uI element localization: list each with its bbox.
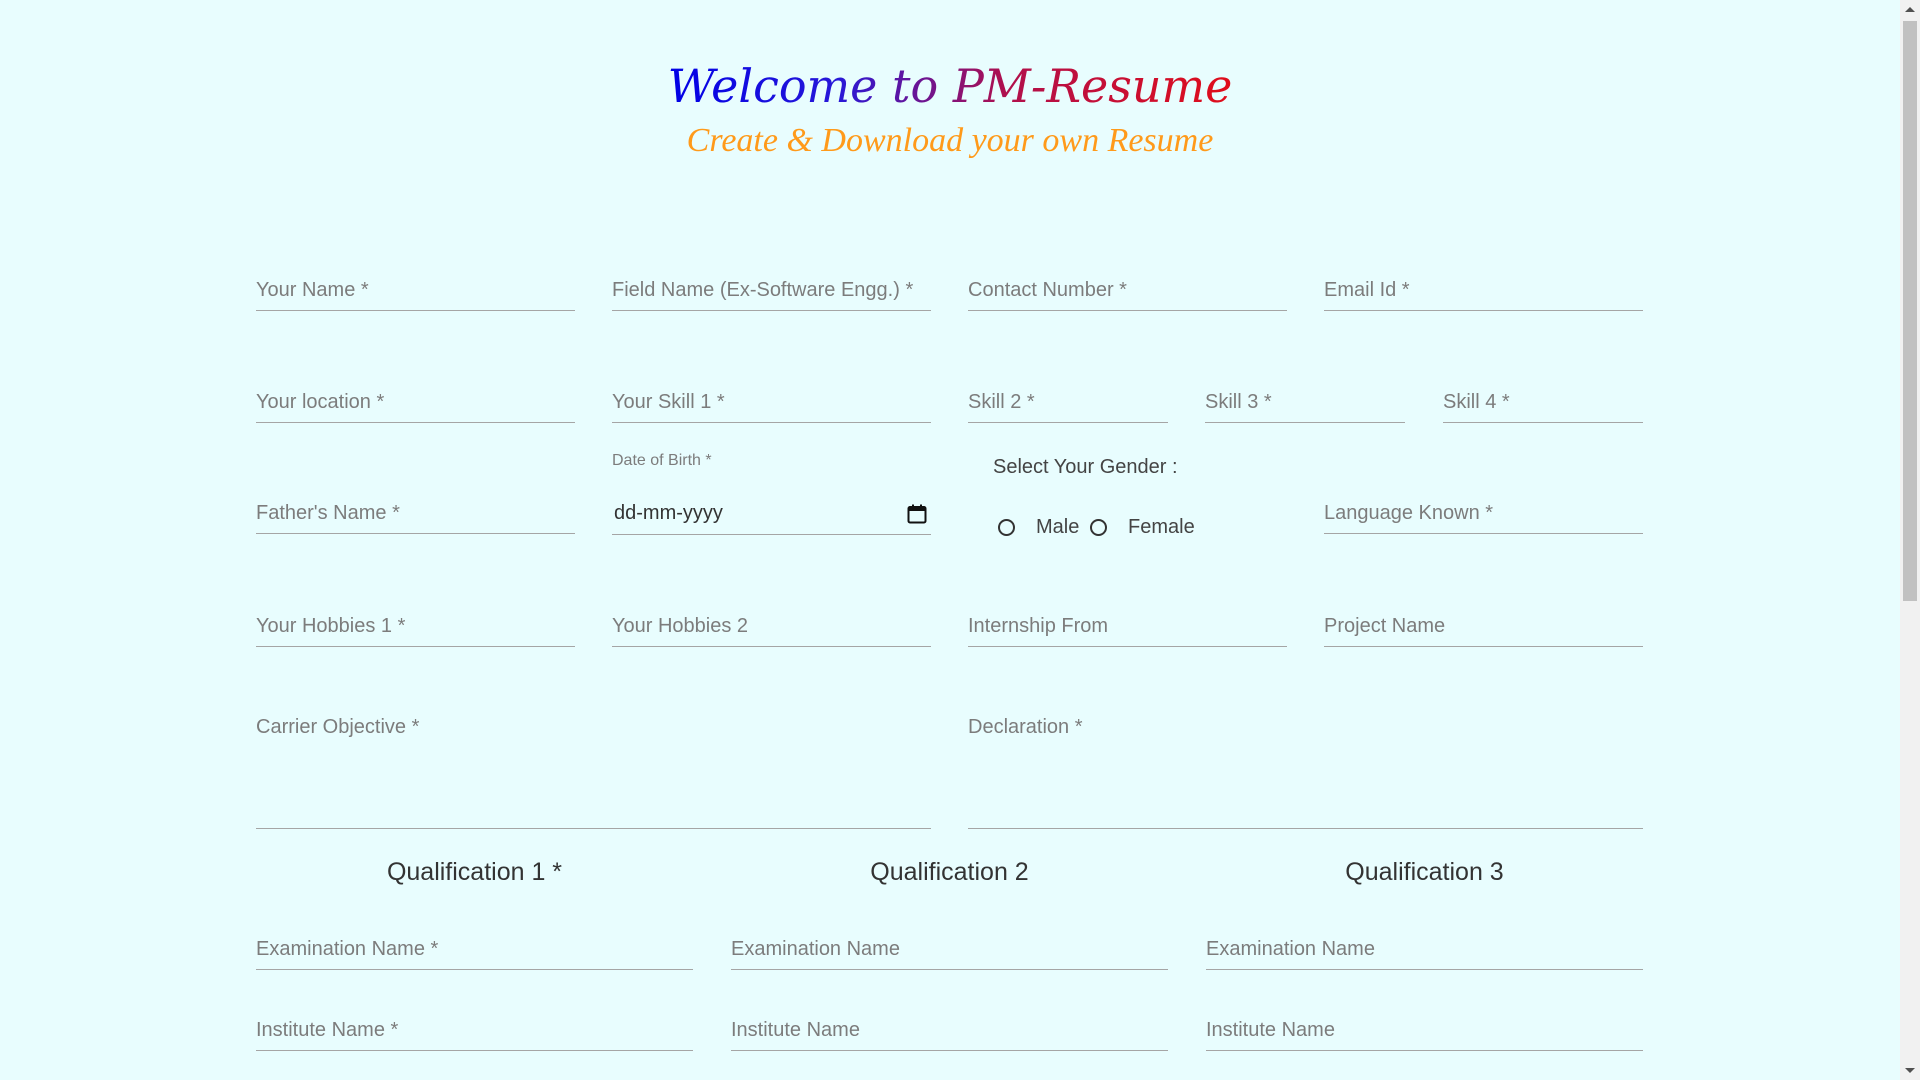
dob-input[interactable]: dd-mm-yyyy [612,494,931,535]
qual1-exam-placeholder: Examination Name * [256,938,439,960]
qual1-institute-input[interactable]: Institute Name * [256,1010,693,1051]
scrollbar-thumb[interactable] [1903,21,1917,601]
resume-page: Welcome to PM-Resume Create & Download y… [0,0,1920,1080]
dob-value: dd-mm-yyyy [614,502,723,524]
internship-placeholder: Internship From [968,615,1109,637]
email-input[interactable]: Email Id * [1324,270,1643,311]
skill4-input[interactable]: Skill 4 * [1443,382,1643,423]
hobbies2-input[interactable]: Your Hobbies 2 [612,606,931,647]
objective-textarea[interactable]: Carrier Objective * [256,716,931,829]
gender-female-radio[interactable] [1090,519,1107,536]
contact-number-input[interactable]: Contact Number * [968,270,1287,311]
vertical-scrollbar[interactable] [1900,0,1920,1080]
hobbies1-placeholder: Your Hobbies 1 * [256,615,406,637]
scroll-down-icon[interactable] [1905,1068,1915,1073]
gender-male-radio[interactable] [998,519,1015,536]
project-name-input[interactable]: Project Name [1324,606,1643,647]
name-input[interactable]: Your Name * [256,270,575,311]
father-name-input[interactable]: Father's Name * [256,493,575,534]
skill3-input[interactable]: Skill 3 * [1205,382,1405,423]
qual2-exam-input[interactable]: Examination Name [731,929,1168,970]
qual1-exam-input[interactable]: Examination Name * [256,929,693,970]
page-title: Welcome to PM-Resume [668,52,1233,120]
scroll-up-icon[interactable] [1905,7,1915,12]
qual3-institute-placeholder: Institute Name [1206,1019,1335,1041]
qual2-institute-input[interactable]: Institute Name [731,1010,1168,1051]
qual2-exam-placeholder: Examination Name [731,938,900,960]
internship-input[interactable]: Internship From [968,606,1287,647]
name-placeholder: Your Name * [256,279,369,301]
qual3-exam-placeholder: Examination Name [1206,938,1375,960]
qualification3-heading: Qualification 3 [1345,858,1504,886]
language-input[interactable]: Language Known * [1324,493,1643,534]
gender-male-label[interactable]: Male [1036,516,1079,539]
gender-label: Select Your Gender : [993,456,1178,478]
field-name-placeholder: Field Name (Ex-Software Engg.) * [612,279,914,301]
skill2-placeholder: Skill 2 * [968,391,1035,413]
father-name-placeholder: Father's Name * [256,502,400,524]
location-input[interactable]: Your location * [256,382,575,423]
email-placeholder: Email Id * [1324,279,1410,301]
qualification2-heading: Qualification 2 [870,858,1029,886]
skill2-input[interactable]: Skill 2 * [968,382,1168,423]
declaration-placeholder: Declaration * [968,716,1083,738]
contact-number-placeholder: Contact Number * [968,279,1127,301]
skill4-placeholder: Skill 4 * [1443,391,1510,413]
objective-placeholder: Carrier Objective * [256,716,420,738]
location-placeholder: Your location * [256,391,385,413]
qualification1-heading: Qualification 1 * [386,858,563,886]
qual1-institute-placeholder: Institute Name * [256,1019,399,1041]
declaration-textarea[interactable]: Declaration * [968,716,1643,829]
hobbies2-placeholder: Your Hobbies 2 [612,615,749,637]
hobbies1-input[interactable]: Your Hobbies 1 * [256,606,575,647]
page-subtitle: Create & Download your own Resume [686,122,1214,159]
page-header: Welcome to PM-Resume Create & Download y… [0,52,1900,160]
qual3-institute-input[interactable]: Institute Name [1206,1010,1643,1051]
field-name-input[interactable]: Field Name (Ex-Software Engg.) * [612,270,931,311]
skill1-placeholder: Your Skill 1 * [612,391,725,413]
skill1-input[interactable]: Your Skill 1 * [612,382,931,423]
dob-label: Date of Birth * [612,452,712,469]
project-name-placeholder: Project Name [1324,615,1446,637]
language-placeholder: Language Known * [1324,502,1494,524]
qual3-exam-input[interactable]: Examination Name [1206,929,1643,970]
qual2-institute-placeholder: Institute Name [731,1019,860,1041]
gender-female-label[interactable]: Female [1128,516,1195,539]
skill3-placeholder: Skill 3 * [1205,391,1272,413]
calendar-icon[interactable] [907,504,927,524]
